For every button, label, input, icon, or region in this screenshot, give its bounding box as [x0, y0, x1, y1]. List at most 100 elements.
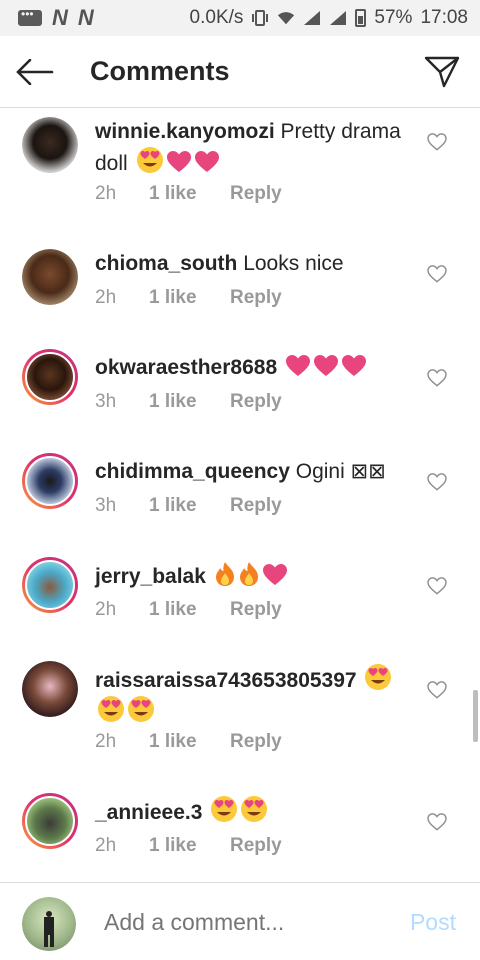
avatar — [22, 897, 76, 951]
pink-heart-emoji — [285, 355, 310, 376]
heart-eyes-emoji — [98, 696, 124, 722]
comment-list[interactable]: winnie.kanyomozi Pretty drama doll 2h 1 l… — [0, 109, 480, 882]
likes-count[interactable]: 1 like — [149, 183, 230, 205]
comment-text: winnie.kanyomozi Pretty drama doll — [95, 117, 405, 178]
network-speed: 0.0K/s — [189, 7, 244, 28]
like-comment-button[interactable] — [427, 265, 449, 287]
comment-username[interactable]: _annieee.3 — [95, 801, 202, 824]
comment-time: 2h — [95, 287, 117, 308]
comment-time: 3h — [95, 391, 117, 412]
comment-username[interactable]: winnie.kanyomozi — [95, 120, 275, 143]
pink-heart-emoji — [341, 355, 366, 376]
comment-meta: 3h 1 like Reply — [95, 391, 282, 413]
add-comment-input[interactable] — [104, 909, 394, 936]
comment-text: jerry_balak — [95, 561, 405, 591]
comment-text: raissaraissa743653805397 — [95, 663, 405, 727]
comment-text: _annieee.3 — [95, 795, 405, 827]
comment-message: Looks nice — [243, 252, 344, 275]
comment-time: 3h — [95, 495, 117, 516]
avatar[interactable] — [22, 793, 78, 849]
reply-button[interactable]: Reply — [230, 495, 282, 517]
comment-username[interactable]: raissaraissa743653805397 — [95, 669, 357, 692]
avatar[interactable] — [22, 349, 78, 405]
comment-meta: 2h 1 like Reply — [95, 599, 282, 621]
heart-outline-icon — [427, 473, 447, 491]
wifi-icon — [278, 12, 295, 25]
avatar[interactable] — [22, 249, 78, 305]
pink-heart-emoji — [262, 564, 287, 585]
avatar[interactable] — [22, 661, 78, 717]
comment-text: okwaraesther8688 — [95, 353, 405, 382]
comment-username[interactable]: okwaraesther8688 — [95, 356, 277, 379]
like-comment-button[interactable] — [427, 369, 449, 391]
comment-time: 2h — [95, 183, 117, 204]
heart-outline-icon — [427, 133, 447, 151]
like-comment-button[interactable] — [427, 681, 449, 703]
pink-heart-emoji — [166, 151, 191, 172]
battery-icon — [355, 9, 367, 27]
arrow-left-icon — [16, 58, 54, 85]
heart-eyes-emoji — [241, 796, 268, 822]
likes-count[interactable]: 1 like — [149, 391, 230, 413]
reply-button[interactable]: Reply — [230, 835, 282, 857]
page-title: Comments — [90, 56, 230, 86]
fire-emoji — [239, 562, 258, 586]
heart-eyes-emoji — [128, 696, 154, 722]
like-comment-button[interactable] — [427, 577, 449, 599]
comment-text: chidimma_queency Ogini ⊠⊠ — [95, 457, 405, 486]
reply-button[interactable]: Reply — [230, 391, 282, 413]
likes-count[interactable]: 1 like — [149, 599, 230, 621]
heart-outline-icon — [427, 681, 447, 699]
paper-plane-icon — [424, 56, 460, 88]
comment-text: chioma_south Looks nice — [95, 249, 405, 278]
back-button[interactable] — [0, 36, 70, 108]
heart-outline-icon — [427, 265, 447, 283]
heart-outline-icon — [427, 369, 447, 387]
pink-heart-emoji — [313, 355, 338, 376]
direct-message-button[interactable] — [420, 50, 464, 94]
heart-outline-icon — [427, 813, 447, 831]
pink-heart-emoji — [194, 151, 219, 172]
avatar[interactable] — [22, 453, 78, 509]
n-notification-icon: N — [52, 5, 68, 30]
like-comment-button[interactable] — [427, 813, 449, 835]
likes-count[interactable]: 1 like — [149, 731, 230, 753]
clock: 17:08 — [420, 7, 468, 28]
comment-meta: 2h 1 like Reply — [95, 731, 282, 753]
heart-eyes-emoji — [211, 796, 238, 822]
status-bar: N N 0.0K/s 57% 17:08 — [0, 0, 480, 36]
like-comment-button[interactable] — [427, 473, 449, 495]
signal-icon — [330, 11, 347, 25]
likes-count[interactable]: 1 like — [149, 287, 230, 309]
comment-message: Ogini ⊠⊠ — [295, 460, 386, 483]
like-comment-button[interactable] — [427, 133, 449, 155]
post-button[interactable]: Post — [410, 909, 456, 936]
comment-meta: 3h 1 like Reply — [95, 495, 282, 517]
reply-button[interactable]: Reply — [230, 599, 282, 621]
comment-time: 2h — [95, 731, 117, 752]
avatar[interactable] — [22, 557, 78, 613]
comment-emojis — [206, 562, 288, 588]
heart-outline-icon — [427, 577, 447, 595]
battery-percent: 57% — [374, 7, 413, 28]
comment-username[interactable]: jerry_balak — [95, 565, 206, 588]
avatar[interactable] — [22, 117, 78, 173]
scrollbar[interactable] — [473, 690, 478, 742]
comment-emojis — [202, 796, 268, 824]
comment-meta: 2h 1 like Reply — [95, 183, 282, 205]
message-icon — [18, 7, 42, 26]
likes-count[interactable]: 1 like — [149, 835, 230, 857]
reply-button[interactable]: Reply — [230, 731, 282, 753]
likes-count[interactable]: 1 like — [149, 495, 230, 517]
reply-button[interactable]: Reply — [230, 183, 282, 205]
comment-emojis — [128, 147, 220, 175]
signal-icon — [304, 11, 321, 25]
comment-emojis — [277, 355, 367, 379]
comment-username[interactable]: chidimma_queency — [95, 460, 290, 483]
comment-username[interactable]: chioma_south — [95, 252, 237, 275]
heart-eyes-emoji — [136, 147, 163, 173]
reply-button[interactable]: Reply — [230, 287, 282, 309]
comment-meta: 2h 1 like Reply — [95, 287, 282, 309]
comment-time: 2h — [95, 599, 117, 620]
heart-eyes-emoji — [365, 664, 392, 690]
